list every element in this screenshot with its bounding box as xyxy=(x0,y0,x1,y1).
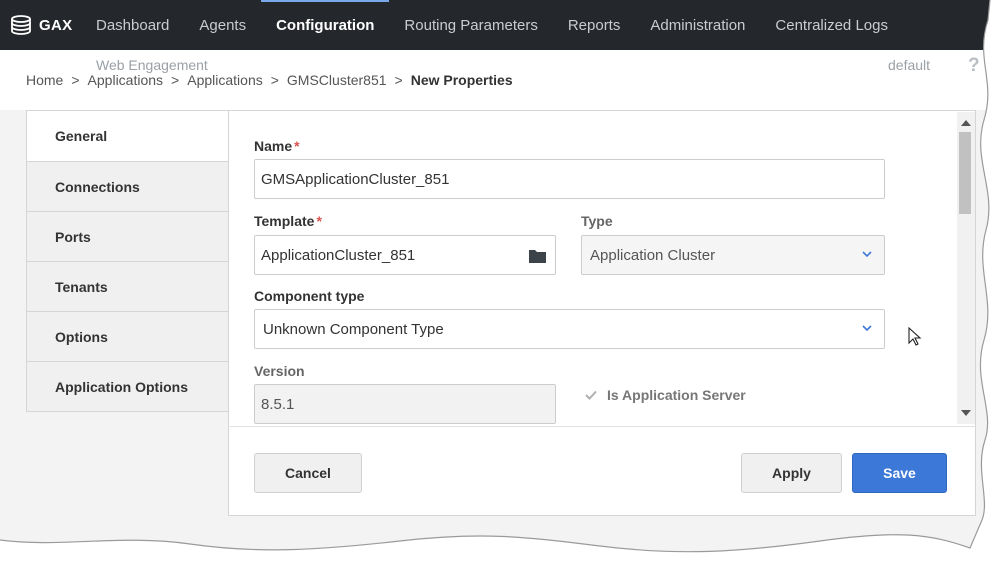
tab-tenants[interactable]: Tenants xyxy=(27,261,228,311)
type-select-value: Application Cluster xyxy=(590,246,716,264)
required-mark: * xyxy=(316,213,322,229)
nav-configuration[interactable]: Configuration xyxy=(261,0,390,50)
database-icon xyxy=(11,15,31,35)
nav-reports[interactable]: Reports xyxy=(553,0,636,50)
breadcrumb-separator: > xyxy=(394,72,403,88)
is-application-server-checkbox[interactable]: Is Application Server xyxy=(583,387,746,403)
component-type-value: Unknown Component Type xyxy=(263,320,444,338)
tab-options[interactable]: Options xyxy=(27,311,228,361)
component-type-select[interactable]: Unknown Component Type xyxy=(254,309,885,349)
side-tabs: General Connections Ports Tenants Option… xyxy=(26,110,231,412)
scroll-thumb[interactable] xyxy=(959,132,971,214)
apply-button[interactable]: Apply xyxy=(741,453,842,493)
breadcrumb: Home > Applications > Applications > GMS… xyxy=(26,72,513,88)
chevron-down-icon xyxy=(862,251,872,258)
is-application-server-label: Is Application Server xyxy=(607,387,746,403)
version-input-value: 8.5.1 xyxy=(261,395,295,413)
template-label-text: Template xyxy=(254,213,315,229)
help-icon[interactable]: ? xyxy=(968,55,980,77)
breadcrumb-current: New Properties xyxy=(410,72,513,88)
breadcrumb-applications[interactable]: Applications xyxy=(88,72,164,88)
name-label-text: Name xyxy=(254,138,293,154)
template-input[interactable]: ApplicationCluster_851 xyxy=(254,235,556,275)
tab-ports[interactable]: Ports xyxy=(27,211,228,261)
type-select[interactable]: Application Cluster xyxy=(581,235,885,275)
breadcrumb-cluster[interactable]: GMSCluster851 xyxy=(287,72,387,88)
app-window: GAX Dashboard Agents Configuration Routi… xyxy=(0,0,1002,563)
brand-label: GAX xyxy=(39,16,73,34)
name-input-value: GMSApplicationCluster_851 xyxy=(261,170,450,188)
panel-scrollbar[interactable] xyxy=(957,112,975,424)
tab-general[interactable]: General xyxy=(27,111,231,161)
breadcrumb-applications-folder[interactable]: Applications xyxy=(187,72,263,88)
cancel-button[interactable]: Cancel xyxy=(254,453,362,493)
breadcrumb-home[interactable]: Home xyxy=(26,72,63,88)
tab-application-options[interactable]: Application Options xyxy=(27,361,228,411)
nav-dashboard[interactable]: Dashboard xyxy=(81,0,184,50)
nav-routing-parameters[interactable]: Routing Parameters xyxy=(389,0,552,50)
top-nav: GAX Dashboard Agents Configuration Routi… xyxy=(0,0,1002,50)
save-button[interactable]: Save xyxy=(852,453,947,493)
checkmark-icon xyxy=(585,390,597,400)
template-input-value: ApplicationCluster_851 xyxy=(261,246,416,264)
scroll-up-arrow-icon[interactable] xyxy=(961,120,971,126)
template-label: Template * xyxy=(254,213,322,229)
name-label: Name * xyxy=(254,138,300,154)
version-label: Version xyxy=(254,363,305,379)
type-label: Type xyxy=(581,213,613,229)
app-context-label: Web Engagement xyxy=(96,57,208,73)
brand[interactable]: GAX xyxy=(0,0,81,50)
folder-icon[interactable] xyxy=(528,248,547,264)
scroll-down-arrow-icon[interactable] xyxy=(961,410,971,416)
name-input[interactable]: GMSApplicationCluster_851 xyxy=(254,159,885,199)
breadcrumb-separator: > xyxy=(71,72,80,88)
mouse-cursor-icon xyxy=(908,327,922,346)
nav-centralized-logs[interactable]: Centralized Logs xyxy=(760,0,903,50)
breadcrumb-separator: > xyxy=(270,72,279,88)
footer-divider xyxy=(228,426,976,427)
tenant-selector[interactable]: default xyxy=(888,57,930,73)
nav-administration[interactable]: Administration xyxy=(635,0,760,50)
chevron-down-icon xyxy=(862,325,872,332)
version-input[interactable]: 8.5.1 xyxy=(254,384,556,424)
breadcrumb-separator: > xyxy=(171,72,180,88)
nav-agents[interactable]: Agents xyxy=(184,0,261,50)
tab-connections[interactable]: Connections xyxy=(27,161,228,211)
required-mark: * xyxy=(294,138,300,154)
component-type-label: Component type xyxy=(254,288,365,304)
